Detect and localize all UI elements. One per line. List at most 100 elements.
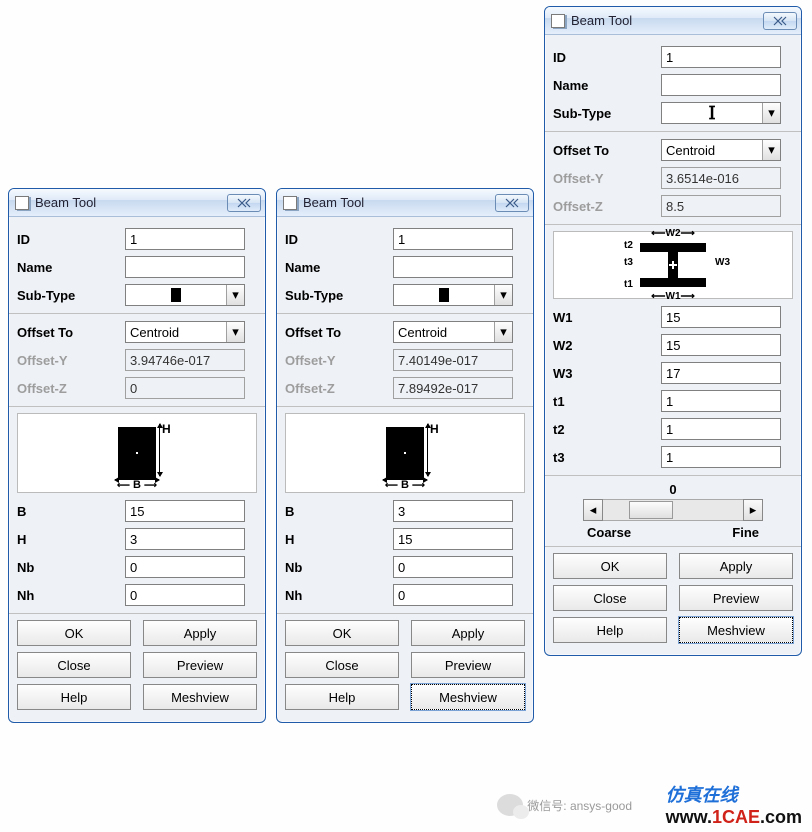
slider-coarse-label: Coarse [587,525,631,540]
divider [545,131,801,132]
close-icon [773,16,787,26]
meshview-button[interactable]: Meshview [411,684,525,710]
offset-z-input [125,377,245,399]
name-input[interactable] [125,256,245,278]
id-label: ID [17,232,125,247]
divider [277,313,533,314]
subtype-combo[interactable]: ▾ [393,284,513,306]
param-label: B [17,504,125,519]
id-input[interactable] [661,46,781,68]
offset-to-label: Offset To [285,325,393,340]
param-label: W1 [553,310,661,325]
close-button[interactable] [763,12,797,30]
close-button[interactable] [227,194,261,212]
close-button[interactable]: Close [553,585,667,611]
chevron-down-icon[interactable]: ▾ [494,322,512,342]
param-label: t3 [553,450,661,465]
param-h-input[interactable] [393,528,513,550]
watermark-www: www. [666,807,712,827]
ok-button[interactable]: OK [17,620,131,646]
chevron-down-icon[interactable]: ▾ [494,285,512,305]
chevron-down-icon[interactable]: ▾ [226,285,244,305]
slider-track[interactable] [603,499,743,521]
param-nb-input[interactable] [125,556,245,578]
subtype-combo[interactable]: ▾ [125,284,245,306]
slider-thumb[interactable] [629,501,673,519]
help-button[interactable]: Help [285,684,399,710]
param-w3-input[interactable] [661,362,781,384]
slider-fine-label: Fine [732,525,759,540]
dialog-body: ID Name Sub-Type ▾ Offset To Centroid▾ O… [9,217,265,722]
window-title: Beam Tool [35,195,227,210]
id-input[interactable] [393,228,513,250]
dim-h-label: H [162,422,171,436]
chevron-down-icon[interactable]: ▾ [762,140,780,160]
offset-to-combo[interactable]: Centroid▾ [393,321,513,343]
divider [545,475,801,476]
offset-z-label: Offset-Z [17,381,125,396]
name-input[interactable] [393,256,513,278]
offset-y-input [125,349,245,371]
dialog-body: ID Name Sub-Type ▾ Offset To Centroid▾ O… [277,217,533,722]
param-b-input[interactable] [125,500,245,522]
divider [277,406,533,407]
param-label: Nb [17,560,125,575]
dim-t3: t3 [624,257,633,268]
section-diagram: H ⟵ B ⟶ [17,413,257,493]
id-input[interactable] [125,228,245,250]
param-label: W3 [553,366,661,381]
offset-to-combo[interactable]: Centroid▾ [125,321,245,343]
apply-button[interactable]: Apply [411,620,525,646]
offset-y-label: Offset-Y [553,171,661,186]
divider [545,546,801,547]
chevron-down-icon[interactable]: ▾ [226,322,244,342]
meshview-button[interactable]: Meshview [143,684,257,710]
rect-icon [171,288,181,302]
titlebar[interactable]: Beam Tool [545,7,801,35]
chevron-down-icon[interactable]: ▾ [762,103,780,123]
close-button[interactable]: Close [17,652,131,678]
param-t1-input[interactable] [661,390,781,412]
dim-t2: t2 [624,240,633,251]
param-w2-input[interactable] [661,334,781,356]
help-button[interactable]: Help [17,684,131,710]
name-input[interactable] [661,74,781,96]
preview-button[interactable]: Preview [143,652,257,678]
param-t3-input[interactable] [661,446,781,468]
preview-button[interactable]: Preview [411,652,525,678]
meshview-button[interactable]: Meshview [679,617,793,643]
param-nh-input[interactable] [393,584,513,606]
rect-icon [439,288,449,302]
apply-button[interactable]: Apply [143,620,257,646]
subtype-label: Sub-Type [285,288,393,303]
param-h-input[interactable] [125,528,245,550]
preview-button[interactable]: Preview [679,585,793,611]
param-b-input[interactable] [393,500,513,522]
param-label: Nb [285,560,393,575]
slider-left-button[interactable]: ◂ [583,499,603,521]
param-w1-input[interactable] [661,306,781,328]
ok-button[interactable]: OK [553,553,667,579]
subtype-combo[interactable]: Ⅰ▾ [661,102,781,124]
param-nb-input[interactable] [393,556,513,578]
wechat-icon [497,794,523,816]
titlebar[interactable]: Beam Tool [9,189,265,217]
param-nh-input[interactable] [125,584,245,606]
offset-to-value: Centroid [662,143,762,158]
param-t2-input[interactable] [661,418,781,440]
offset-to-combo[interactable]: Centroid▾ [661,139,781,161]
ok-button[interactable]: OK [285,620,399,646]
offset-y-label: Offset-Y [17,353,125,368]
apply-button[interactable]: Apply [679,553,793,579]
close-button[interactable] [495,194,529,212]
param-label: t2 [553,422,661,437]
help-button[interactable]: Help [553,617,667,643]
slider-right-button[interactable]: ▸ [743,499,763,521]
rect-shape-icon [386,427,424,479]
close-button[interactable]: Close [285,652,399,678]
offset-to-label: Offset To [553,143,661,158]
titlebar[interactable]: Beam Tool [277,189,533,217]
name-label: Name [17,260,125,275]
close-icon [237,198,251,208]
offset-to-label: Offset To [17,325,125,340]
